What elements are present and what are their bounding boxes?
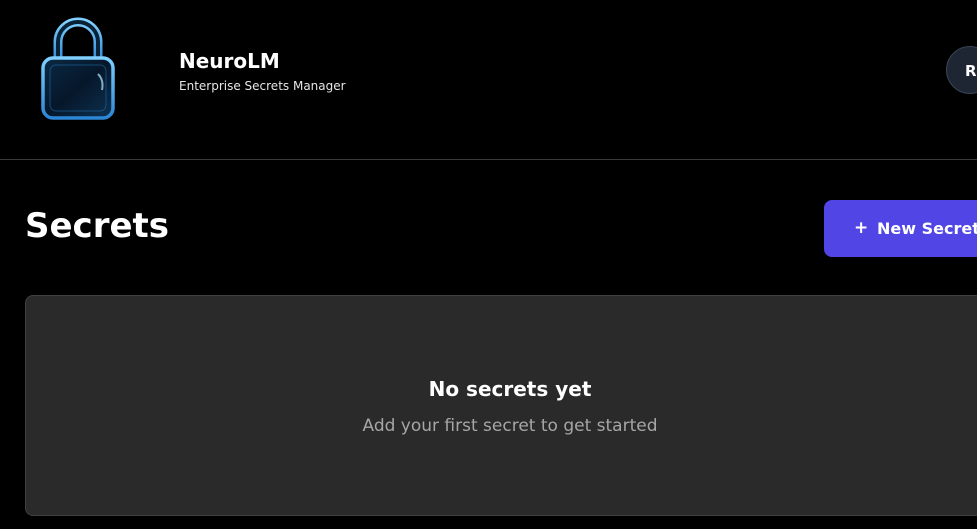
empty-state-title: No secrets yet	[428, 377, 592, 401]
app-tagline: Enterprise Secrets Manager	[179, 79, 346, 93]
app-root: NeuroLM Enterprise Secrets Manager R Sec…	[0, 0, 977, 529]
new-secret-button-label: New Secret	[877, 219, 977, 238]
new-secret-button[interactable]: + New Secret	[824, 200, 977, 257]
page-title: Secrets	[25, 206, 170, 246]
avatar-initial: R	[965, 62, 977, 80]
empty-state-card	[25, 295, 977, 516]
app-name: NeuroLM	[179, 49, 280, 73]
plus-icon: +	[854, 218, 869, 238]
padlock-icon	[36, 16, 120, 124]
empty-state-subtitle: Add your first secret to get started	[362, 416, 658, 436]
app-header: NeuroLM Enterprise Secrets Manager R	[0, 0, 977, 160]
user-avatar[interactable]: R	[946, 46, 977, 94]
